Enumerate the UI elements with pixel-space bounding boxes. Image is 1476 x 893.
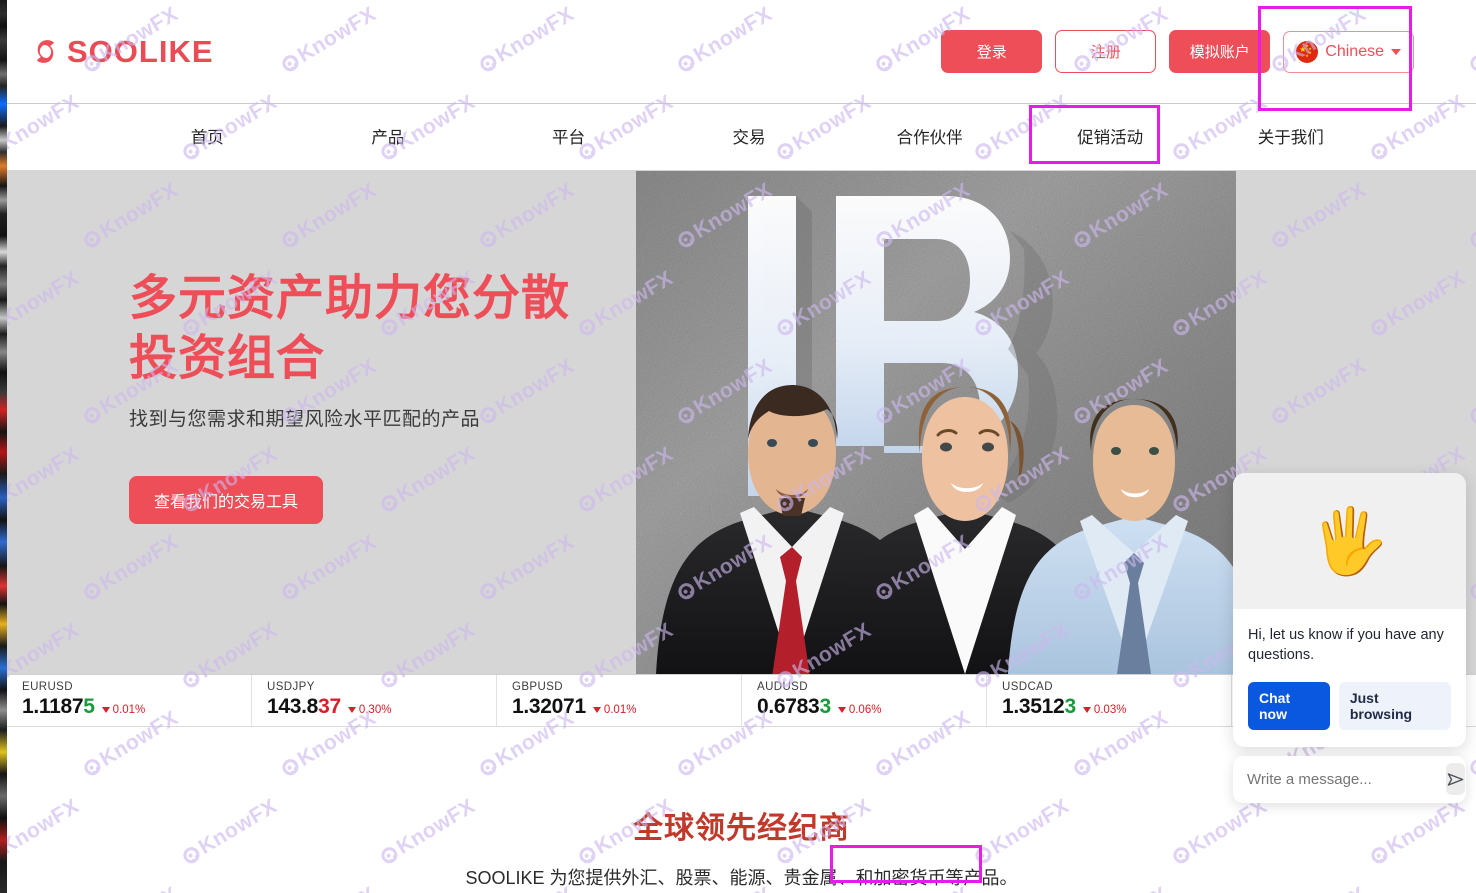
site-header: SOOLIKE 登录 注册 模拟账户 ★ ★ ★ ★ ★ Chinese: [7, 0, 1476, 104]
ticker-price: 1.35123: [1002, 695, 1076, 718]
adjacent-window-sliver: [0, 0, 7, 893]
section-title: 全球领先经纪商: [633, 812, 850, 845]
nav-item-promotions[interactable]: 促销活动: [1020, 106, 1201, 170]
nav-item-partners[interactable]: 合作伙伴: [839, 106, 1020, 170]
nav-item-about-us[interactable]: 关于我们: [1200, 106, 1381, 170]
nav-item-home[interactable]: 首页: [117, 106, 298, 170]
arrow-down-icon: [1082, 707, 1091, 713]
ticker-symbol: EURUSD: [22, 681, 73, 693]
crypto-products-phrase: 和加密货币等产品。: [855, 868, 1018, 888]
ticker-price: 1.32071: [512, 695, 586, 718]
nav-item-products[interactable]: 产品: [298, 106, 479, 170]
ticker-price: 143.837: [267, 695, 341, 718]
china-flag-icon: ★ ★ ★ ★ ★: [1296, 40, 1319, 63]
ticker-item[interactable]: AUDUSD 0.67833 0.06%: [742, 675, 987, 726]
hero-subtitle: 找到与您需求和期望风险水平匹配的产品: [129, 408, 481, 430]
demo-account-button[interactable]: 模拟账户: [1169, 30, 1271, 73]
login-button[interactable]: 登录: [941, 30, 1043, 73]
soolike-swirl-icon: [36, 40, 55, 63]
chat-input-bar: [1233, 755, 1466, 803]
chat-widget: 🖐 Hi, let us know if you have any questi…: [1233, 473, 1466, 803]
brand-logo[interactable]: SOOLIKE: [31, 34, 214, 70]
arrow-down-icon: [347, 707, 356, 713]
nav-item-trading[interactable]: 交易: [659, 106, 840, 170]
ticker-item[interactable]: USDJPY 143.837 0.30%: [252, 675, 497, 726]
chevron-down-icon: [1391, 48, 1401, 55]
section-subtitle: SOOLIKE 为您提供外汇、股票、能源、贵金属、 和加密货币等产品。: [465, 864, 1017, 890]
language-selector[interactable]: ★ ★ ★ ★ ★ Chinese: [1283, 30, 1414, 73]
chat-actions: Chat now Just browsing: [1248, 681, 1451, 730]
send-paper-plane-icon[interactable]: [1446, 763, 1465, 796]
ticker-price: 0.67833: [757, 695, 831, 718]
waving-hand-icon: 🖐: [1233, 473, 1466, 609]
section-subtitle-main: SOOLIKE 为您提供外汇、股票、能源、贵金属、: [465, 868, 856, 888]
chat-message-input[interactable]: [1247, 770, 1446, 788]
hero-photo: [636, 171, 1236, 674]
brand-name: SOOLIKE: [67, 33, 214, 69]
ticker-symbol: USDCAD: [1002, 681, 1053, 693]
nav-item-platform[interactable]: 平台: [478, 106, 659, 170]
just-browsing-button[interactable]: Just browsing: [1338, 681, 1451, 730]
ticker-item[interactable]: GBPUSD 1.32071 0.01%: [497, 675, 742, 726]
chat-greeting-message: Hi, let us know if you have any question…: [1248, 627, 1444, 664]
arrow-down-icon: [101, 707, 110, 713]
ticker-item[interactable]: USDCAD 1.35123 0.03%: [987, 675, 1232, 726]
hero-title-line1: 多元资产助力您分散: [129, 272, 571, 325]
main-navigation: 首页 产品 平台 交易 合作伙伴 促销活动 关于我们: [7, 105, 1476, 171]
chat-body: Hi, let us know if you have any question…: [1233, 609, 1466, 747]
ticker-symbol: GBPUSD: [512, 681, 563, 693]
page-root: SOOLIKE 登录 注册 模拟账户 ★ ★ ★ ★ ★ Chinese 首页 产品 平…: [0, 0, 1476, 893]
chat-now-button[interactable]: Chat now: [1248, 681, 1330, 730]
ticker-symbol: AUDUSD: [757, 681, 808, 693]
ticker-change: 0.03%: [1082, 704, 1126, 716]
ticker-price: 1.11875: [22, 695, 95, 718]
ticker-change: 0.01%: [101, 704, 145, 716]
hero-title-line2: 投资组合: [129, 332, 326, 386]
ticker-change: 0.30%: [347, 704, 391, 716]
header-actions: 登录 注册 模拟账户 ★ ★ ★ ★ ★ Chinese: [941, 30, 1414, 73]
ticker-symbol: USDJPY: [267, 681, 315, 693]
ticker-item[interactable]: EURUSD 1.11875 0.01%: [7, 675, 252, 726]
hero-cta-button[interactable]: 查看我们的交易工具: [129, 475, 324, 524]
hero-title: 多元资产助力您分散 投资组合: [129, 269, 629, 390]
language-label: Chinese: [1325, 42, 1384, 60]
arrow-down-icon: [837, 707, 846, 713]
chat-card: 🖐 Hi, let us know if you have any questi…: [1233, 473, 1466, 747]
ticker-change: 0.01%: [592, 704, 636, 716]
hero-copy: 多元资产助力您分散 投资组合 找到与您需求和期望风险水平匹配的产品 查看我们的交…: [129, 269, 629, 524]
ticker-change: 0.06%: [837, 704, 881, 716]
arrow-down-icon: [592, 707, 601, 713]
register-button[interactable]: 注册: [1055, 30, 1157, 73]
